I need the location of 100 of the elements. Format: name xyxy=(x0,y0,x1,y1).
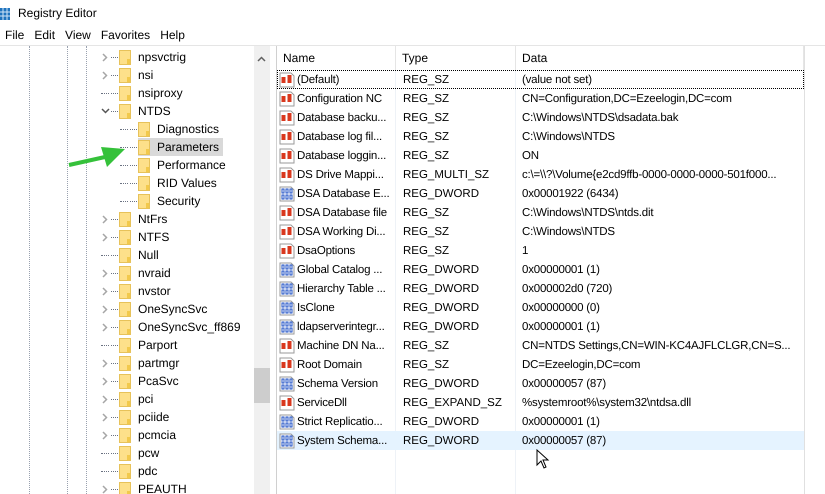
tree-item[interactable]: NTFS xyxy=(119,228,174,246)
string-value-icon xyxy=(279,204,295,220)
folder-icon xyxy=(119,356,131,370)
chevron-down-icon[interactable] xyxy=(100,108,110,114)
tree-item[interactable]: Null xyxy=(119,246,163,264)
tree-item[interactable]: Diagnostics xyxy=(138,120,224,138)
tree-item[interactable]: nsi xyxy=(119,66,158,84)
folder-icon xyxy=(119,464,131,478)
tree-item[interactable]: partmgr xyxy=(119,354,184,372)
menu-item[interactable]: Edit xyxy=(29,26,60,44)
value-row[interactable]: Root Domain REG_SZ DC=Ezeelogin,DC=com xyxy=(277,355,804,374)
value-type: REG_DWORD xyxy=(402,414,480,428)
menu-item[interactable]: File xyxy=(0,26,30,44)
value-row[interactable]: IsClone REG_DWORD 0x00000000 (0) xyxy=(277,298,804,317)
value-row[interactable]: Configuration NC REG_SZ CN=Configuration,DC=Ezeelogin,DC=com xyxy=(277,89,804,108)
value-name: Database loggin... xyxy=(297,148,386,162)
value-row[interactable]: DsaOptions REG_SZ 1 xyxy=(277,241,804,260)
tree-row[interactable]: nvstor xyxy=(0,282,254,300)
tree-item[interactable]: NtFrs xyxy=(119,210,172,228)
value-row[interactable]: Schema Version REG_DWORD 0x00000057 (87) xyxy=(277,374,804,393)
value-name: Database log fil... xyxy=(297,130,382,144)
string-value-icon xyxy=(279,338,295,354)
scroll-up-icon[interactable] xyxy=(257,56,266,62)
value-row[interactable]: Database backu... REG_SZ C:\Windows\NTDS\dsadata.bak xyxy=(277,108,804,127)
tree-row[interactable]: Parport xyxy=(0,336,254,354)
tree-item[interactable]: RID Values xyxy=(138,174,221,192)
tree-item[interactable]: OneSyncSvc_ff869 xyxy=(119,318,245,336)
value-row[interactable]: Database log fil... REG_SZ C:\Windows\NTDS xyxy=(277,127,804,146)
tree-item[interactable]: PEAUTH xyxy=(119,480,191,494)
tree-item[interactable]: Performance xyxy=(138,156,230,174)
value-row[interactable]: DSA Working Di... REG_SZ C:\Windows\NTDS xyxy=(277,222,804,241)
tree-row[interactable]: RID Values xyxy=(0,174,254,192)
menu-item[interactable]: Help xyxy=(155,26,190,44)
tree-item[interactable]: NTDS xyxy=(119,102,175,120)
menu-item[interactable]: View xyxy=(60,26,96,44)
menu-item[interactable]: Favorites xyxy=(96,26,156,44)
tree-row[interactable]: partmgr xyxy=(0,354,254,372)
tree-item[interactable]: pcw xyxy=(119,444,164,462)
tree-item[interactable]: OneSyncSvc xyxy=(119,300,212,318)
value-row[interactable]: Machine DN Na... REG_SZ CN=NTDS Settings,CN=WIN-KC4AJFLCLGR,CN=S... xyxy=(277,336,804,355)
value-name: System Schema... xyxy=(297,434,388,448)
value-type: REG_SZ xyxy=(402,148,450,162)
value-row[interactable]: System Schema... REG_DWORD 0x00000057 (87) xyxy=(277,431,804,450)
value-data: 0x00000000 (0) xyxy=(521,300,600,314)
tree-row[interactable]: pdc xyxy=(0,462,254,480)
binary-value-icon xyxy=(279,414,295,430)
tree-row[interactable]: Security xyxy=(0,192,254,210)
tree-row[interactable]: pcw xyxy=(0,444,254,462)
tree-row[interactable]: NTDS xyxy=(0,102,254,120)
column-header[interactable]: Name xyxy=(277,46,396,70)
value-row[interactable]: DSA Database file REG_SZ C:\Windows\NTDS\ntds.dit xyxy=(277,203,804,222)
chevron-right-icon[interactable] xyxy=(102,484,108,494)
tree-row[interactable]: PEAUTH xyxy=(0,480,254,494)
tree-row[interactable]: Diagnostics xyxy=(0,120,254,138)
value-row[interactable]: Strict Replicatio... REG_DWORD 0x00000001 (1) xyxy=(277,412,804,431)
tree-row[interactable]: NTFS xyxy=(0,228,254,246)
tree-row[interactable]: Parameters xyxy=(0,138,254,156)
column-header[interactable]: Type xyxy=(396,46,516,70)
tree-item[interactable]: nvstor xyxy=(119,282,175,300)
tree-row[interactable]: nvraid xyxy=(0,264,254,282)
value-row[interactable]: DS Drive Mappi... REG_MULTI_SZ c:\=\\?\Volume{e2cd9ffb-0000-0000-0000-501f000... xyxy=(277,165,804,184)
binary-value-icon xyxy=(279,186,295,202)
tree-item[interactable]: pci xyxy=(119,390,158,408)
scrollbar[interactable] xyxy=(254,46,270,494)
folder-icon xyxy=(119,248,131,262)
value-row[interactable]: Global Catalog ... REG_DWORD 0x00000001 (1) xyxy=(277,260,804,279)
tree-item[interactable]: npsvctrig xyxy=(119,48,190,66)
value-data: DC=Ezeelogin,DC=com xyxy=(521,358,640,372)
tree-row[interactable]: nsi xyxy=(0,66,254,84)
value-row[interactable]: ldapserverintegr... REG_DWORD 0x00000001 (1) xyxy=(277,317,804,336)
tree-item[interactable]: pdc xyxy=(119,462,162,480)
binary-value-icon xyxy=(279,262,295,278)
tree-item[interactable]: nvraid xyxy=(119,264,175,282)
tree-row[interactable]: pciide xyxy=(0,408,254,426)
tree-row[interactable]: pcmcia xyxy=(0,426,254,444)
value-row[interactable]: ServiceDll REG_EXPAND_SZ %systemroot%\system32\ntdsa.dll xyxy=(277,393,804,412)
value-row[interactable]: Hierarchy Table ... REG_DWORD 0x000002d0 (720) xyxy=(277,279,804,298)
tree-item[interactable]: pcmcia xyxy=(119,426,180,444)
tree-row[interactable]: NtFrs xyxy=(0,210,254,228)
tree-row[interactable]: pci xyxy=(0,390,254,408)
tree-item[interactable]: nsiproxy xyxy=(119,84,187,102)
tree-item[interactable]: PcaSvc xyxy=(119,372,183,390)
tree-row[interactable]: Performance xyxy=(0,156,254,174)
tree-row[interactable]: PcaSvc xyxy=(0,372,254,390)
scroll-thumb[interactable] xyxy=(254,368,270,403)
tree-item[interactable]: Parameters xyxy=(138,138,224,156)
value-row[interactable]: DSA Database E... REG_DWORD 0x00001922 (6434) xyxy=(277,184,804,203)
tree-row[interactable]: OneSyncSvc_ff869 xyxy=(0,318,254,336)
tree-row[interactable]: Null xyxy=(0,246,254,264)
binary-value-icon xyxy=(279,318,295,334)
tree-row[interactable]: npsvctrig xyxy=(0,48,254,66)
tree-row[interactable]: OneSyncSvc xyxy=(0,300,254,318)
tree-item[interactable]: Security xyxy=(138,192,204,210)
string-value-icon xyxy=(279,110,295,126)
tree-item[interactable]: Parport xyxy=(119,336,182,354)
tree-item[interactable]: pciide xyxy=(119,408,174,426)
column-header[interactable]: Data xyxy=(516,46,804,70)
value-row[interactable]: (Default) REG_SZ (value not set) xyxy=(277,70,804,89)
value-row[interactable]: Database loggin... REG_SZ ON xyxy=(277,146,804,165)
tree-row[interactable]: nsiproxy xyxy=(0,84,254,102)
